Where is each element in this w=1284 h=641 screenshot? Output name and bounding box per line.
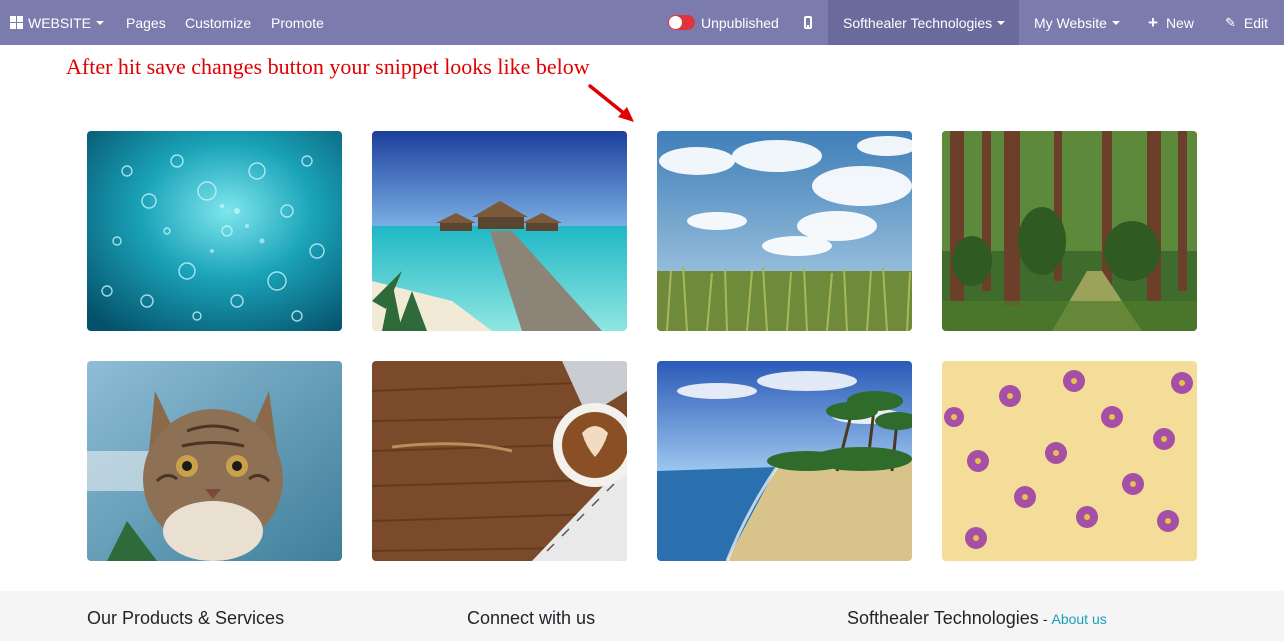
- plus-icon: +: [1148, 13, 1158, 32]
- website-switcher-label: My Website: [1034, 14, 1107, 31]
- apps-grid-icon: [10, 16, 23, 29]
- purple-flowers-image: [942, 361, 1197, 561]
- beach-pier-image: [372, 131, 627, 331]
- menu-item-label: Customize: [185, 14, 252, 31]
- toggle-switch-icon: [668, 15, 695, 30]
- website-app-menu-button[interactable]: WEBSITE: [10, 0, 105, 45]
- gallery-image-cat[interactable]: [87, 361, 342, 561]
- forest-trail-image: [942, 131, 1197, 331]
- menu-item-label: Pages: [126, 14, 166, 31]
- coffee-desk-image: [372, 361, 627, 561]
- menu-item-label: Promote: [271, 14, 324, 31]
- new-button-label: New: [1165, 14, 1194, 31]
- company-switcher-label: Softhealer Technologies: [843, 14, 993, 31]
- footer-company-heading: Softhealer Technologies - About us: [847, 608, 1107, 629]
- gallery-image-beach-pier[interactable]: [372, 131, 627, 331]
- sky-cornfield-image: [657, 131, 912, 331]
- new-content-button[interactable]: + New: [1148, 0, 1194, 45]
- footer-company-name: Softhealer Technologies: [847, 608, 1039, 628]
- footer-separator: -: [1042, 611, 1048, 627]
- website-switcher-dropdown[interactable]: My Website: [1034, 0, 1120, 45]
- gallery-image-tropical-beach[interactable]: [657, 361, 912, 561]
- chevron-down-icon: [96, 20, 105, 25]
- publish-status-label: Unpublished: [701, 14, 779, 31]
- site-footer: Our Products & Services Connect with us …: [0, 591, 1284, 641]
- chevron-down-icon: [997, 20, 1006, 25]
- footer-products-heading: Our Products & Services: [87, 608, 285, 628]
- edit-button[interactable]: ✎ Edit: [1225, 0, 1268, 45]
- mobile-icon: [804, 16, 812, 29]
- app-menu-label: WEBSITE: [28, 14, 92, 31]
- menu-item-promote[interactable]: Promote: [271, 0, 324, 45]
- tropical-beach-image: [657, 361, 912, 561]
- footer-connect-heading: Connect with us: [467, 608, 596, 628]
- company-switcher-dropdown[interactable]: Softhealer Technologies: [828, 0, 1019, 45]
- tabby-cat-image: [87, 361, 342, 561]
- annotation-arrow-icon: [588, 84, 634, 122]
- mobile-preview-button[interactable]: [804, 0, 812, 45]
- gallery-image-sky-field[interactable]: [657, 131, 912, 331]
- gallery-image-underwater[interactable]: [87, 131, 342, 331]
- chevron-down-icon: [1111, 20, 1120, 25]
- menu-item-customize[interactable]: Customize: [185, 0, 251, 45]
- underwater-bubbles-image: [87, 131, 342, 331]
- pencil-icon: ✎: [1225, 15, 1236, 30]
- edit-button-label: Edit: [1243, 14, 1269, 31]
- annotation-text: After hit save changes button your snipp…: [66, 54, 590, 79]
- gallery-image-forest[interactable]: [942, 131, 1197, 331]
- website-top-navbar: WEBSITE Pages Customize Promote Unpublis…: [0, 0, 1284, 45]
- gallery-image-flowers[interactable]: [942, 361, 1197, 561]
- gallery-image-coffee[interactable]: [372, 361, 627, 561]
- publish-toggle[interactable]: Unpublished: [668, 0, 779, 45]
- about-us-link[interactable]: About us: [1051, 611, 1106, 627]
- menu-item-pages[interactable]: Pages: [126, 0, 166, 45]
